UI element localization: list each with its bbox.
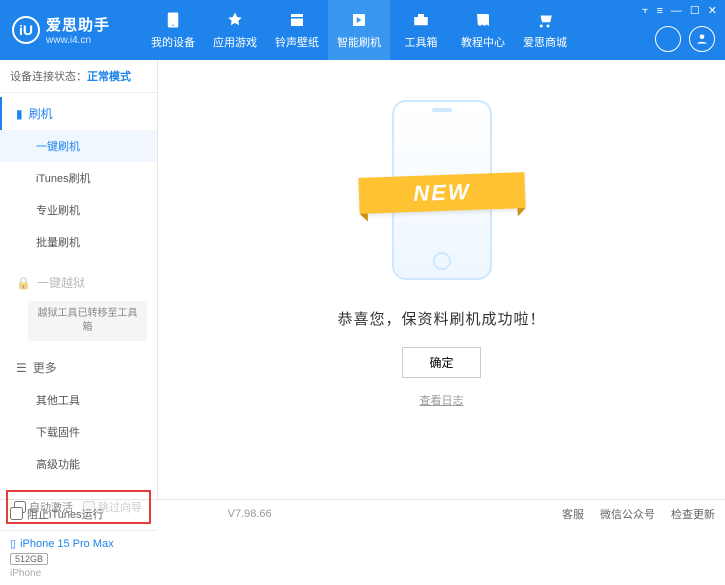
- success-message: 恭喜您，保资料刷机成功啦！: [337, 308, 545, 329]
- toolbox-icon: [411, 10, 431, 30]
- device-small-icon: ▮: [16, 107, 23, 121]
- device-info[interactable]: ▯ iPhone 15 Pro Max 512GB iPhone: [0, 530, 157, 585]
- app-logo: iU 爱思助手 www.i4.cn: [0, 14, 122, 46]
- sidebar-item-pro-flash[interactable]: 专业刷机: [0, 194, 157, 226]
- footer-link-update[interactable]: 检查更新: [671, 506, 715, 522]
- block-itunes-checkbox[interactable]: 阻止iTunes运行: [10, 506, 104, 522]
- sidebar-jailbreak-note[interactable]: 越狱工具已转移至工具箱: [28, 301, 147, 341]
- apps-icon: [225, 10, 245, 30]
- close-icon[interactable]: ✕: [708, 4, 717, 17]
- menu-icon[interactable]: ≡: [656, 5, 662, 17]
- nav-apps-games[interactable]: 应用游戏: [204, 0, 266, 60]
- nav-label: 铃声壁纸: [275, 34, 319, 50]
- nav-my-device[interactable]: 我的设备: [142, 0, 204, 60]
- nav-smart-flash[interactable]: 智能刷机: [328, 0, 390, 60]
- nav-label: 教程中心: [461, 34, 505, 50]
- sidebar-item-batch-flash[interactable]: 批量刷机: [0, 226, 157, 258]
- nav-toolbox[interactable]: 工具箱: [390, 0, 452, 60]
- lock-window-icon[interactable]: ⫟: [642, 4, 649, 17]
- nav-tutorials[interactable]: 教程中心: [452, 0, 514, 60]
- user-icon[interactable]: [689, 26, 715, 52]
- sidebar-item-download-firmware[interactable]: 下载固件: [0, 416, 157, 448]
- download-icon[interactable]: [655, 26, 681, 52]
- sidebar-header-jailbreak: 🔒 一键越狱: [0, 266, 157, 299]
- brand-url: www.i4.cn: [46, 35, 110, 46]
- sidebar-item-other-tools[interactable]: 其他工具: [0, 384, 157, 416]
- nav-label: 应用游戏: [213, 34, 257, 50]
- nav-label: 智能刷机: [337, 34, 381, 50]
- sidebar-item-itunes-flash[interactable]: iTunes刷机: [0, 162, 157, 194]
- nav-label: 工具箱: [405, 34, 438, 50]
- success-illustration: NEW: [377, 90, 507, 290]
- footer-link-support[interactable]: 客服: [562, 506, 584, 522]
- sidebar-item-oneclick-flash[interactable]: 一键刷机: [0, 130, 157, 162]
- sidebar-item-advanced[interactable]: 高级功能: [0, 448, 157, 480]
- phone-small-icon: ▯: [10, 537, 16, 550]
- book-icon: [473, 10, 493, 30]
- new-ribbon: NEW: [358, 172, 525, 214]
- version-label: V7.98.66: [228, 508, 272, 520]
- view-log-link[interactable]: 查看日志: [420, 392, 464, 408]
- list-icon: ☰: [16, 361, 27, 375]
- maximize-icon[interactable]: ☐: [690, 4, 700, 17]
- flash-icon: [349, 10, 369, 30]
- logo-icon: iU: [12, 16, 40, 44]
- minimize-icon[interactable]: —: [671, 5, 682, 17]
- music-icon: [287, 10, 307, 30]
- sidebar-header-flash[interactable]: ▮ 刷机: [0, 97, 157, 130]
- nav-ringtones[interactable]: 铃声壁纸: [266, 0, 328, 60]
- nav-label: 爱思商城: [523, 34, 567, 50]
- lock-icon: 🔒: [16, 276, 31, 290]
- nav-label: 我的设备: [151, 34, 195, 50]
- brand-name: 爱思助手: [46, 14, 110, 35]
- device-status: 设备连接状态：正常模式: [0, 60, 157, 93]
- sidebar-header-more[interactable]: ☰ 更多: [0, 351, 157, 384]
- device-type: iPhone: [10, 568, 147, 579]
- storage-badge: 512GB: [10, 553, 48, 565]
- confirm-button[interactable]: 确定: [402, 347, 480, 378]
- footer-link-wechat[interactable]: 微信公众号: [600, 506, 655, 522]
- phone-icon: [163, 10, 183, 30]
- cart-icon: [535, 10, 555, 30]
- nav-store[interactable]: 爱思商城: [514, 0, 576, 60]
